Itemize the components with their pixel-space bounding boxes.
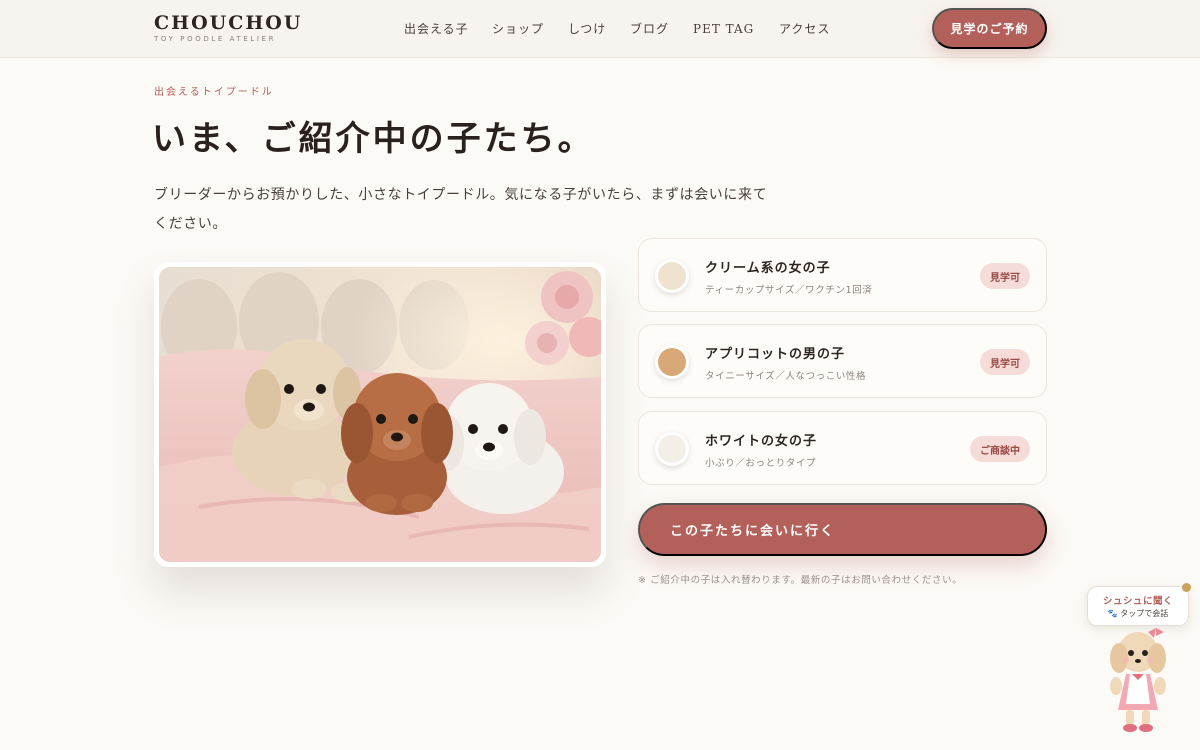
puppy-detail: タイニーサイズ／人なつっこい性格: [705, 371, 867, 382]
nav-item-shop[interactable]: ショップ: [492, 20, 544, 38]
color-swatch: [655, 345, 689, 379]
section-lead: ブリーダーからお預かりした、小さなトイプードル。気になる子がいたら、まずは会いに…: [154, 187, 768, 232]
puppy-name: アプリコットの男の子: [705, 347, 846, 362]
puppy-card[interactable]: アプリコットの男の子 タイニーサイズ／人なつっこい性格 見学可: [638, 324, 1047, 398]
poodle-mascot-icon: [1110, 628, 1166, 732]
puppy-card[interactable]: クリーム系の女の子 ティーカップサイズ／ワクチン1回済 見学可: [638, 238, 1047, 312]
color-swatch: [655, 259, 689, 293]
nav-item-training[interactable]: しつけ: [568, 20, 606, 38]
chat-widget-bubble[interactable]: シュシュに聞く 🐾 タップで会話: [1087, 586, 1189, 626]
nav-item-blog[interactable]: ブログ: [630, 20, 669, 38]
notification-dot: [1182, 583, 1191, 592]
puppy-name: クリーム系の女の子: [705, 261, 831, 276]
puppy-name: ホワイトの女の子: [705, 434, 818, 449]
mascot-avatar[interactable]: [1104, 624, 1172, 736]
status-badge: ご商談中: [970, 436, 1030, 462]
nav-item-puppies[interactable]: 出会える子: [404, 20, 469, 38]
section-eyebrow: 出会えるトイプードル: [154, 87, 274, 98]
puppy-card[interactable]: ホワイトの女の子 小ぶり／おっとりタイプ ご商談中: [638, 411, 1047, 485]
meet-puppies-button[interactable]: この子たちに会いに行く: [638, 503, 1047, 556]
puppies-illustration: [159, 267, 601, 562]
page-title: いま、ご紹介中の子たち。: [152, 119, 595, 159]
status-badge: 見学可: [980, 263, 1030, 289]
puppy-detail: ティーカップサイズ／ワクチン1回済: [705, 285, 873, 296]
reserve-visit-button[interactable]: 見学のご予約: [932, 8, 1047, 49]
status-badge: 見学可: [980, 349, 1030, 375]
nav-item-access[interactable]: アクセス: [779, 20, 830, 38]
color-swatch: [655, 432, 689, 466]
puppy-photo: [159, 267, 601, 562]
chat-subtitle: 🐾 タップで会話: [1107, 609, 1169, 618]
chat-title: シュシュに聞く: [1102, 596, 1173, 607]
availability-note: ※ ご紹介中の子は入れ替わります。最新の子はお問い合わせください。: [638, 575, 963, 586]
puppy-detail: 小ぶり／おっとりタイプ: [705, 458, 817, 469]
nav-item-pet-tag[interactable]: PET TAG: [693, 20, 754, 38]
puppy-photo-frame: [154, 262, 606, 567]
site-header: CHOUCHOU TOY POODLE ATELIER 出会える子 ショップ し…: [0, 0, 1200, 58]
